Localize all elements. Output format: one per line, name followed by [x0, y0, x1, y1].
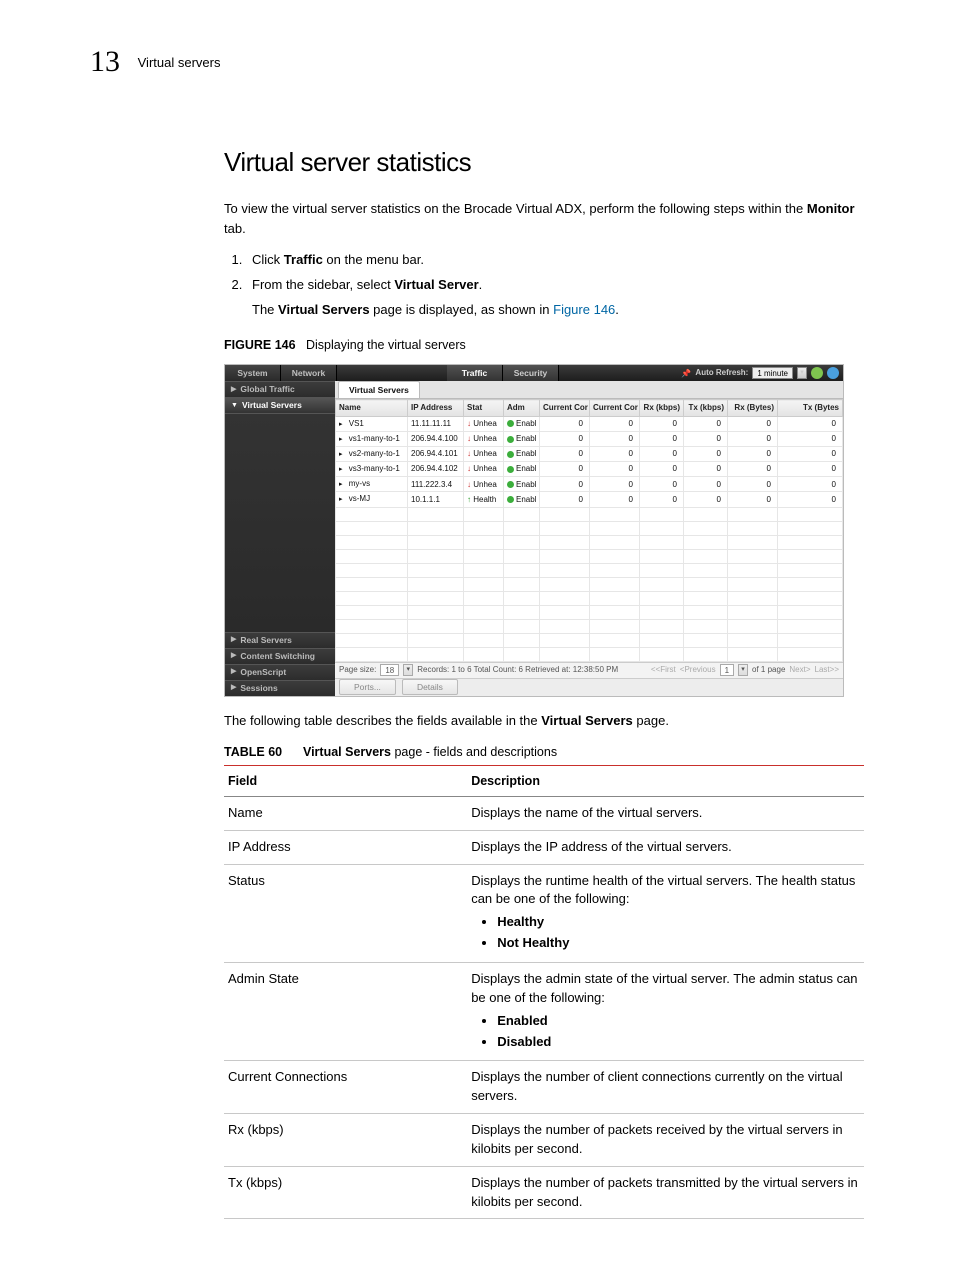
tab-system[interactable]: System — [225, 365, 281, 381]
col-txb[interactable]: Tx (Bytes — [778, 400, 843, 417]
chapter-number: 13 — [90, 40, 120, 84]
table-row[interactable]: ▸ vs2-many-to-1206.94.4.101↓ UnheaEnabl0… — [336, 447, 843, 462]
nav-ofpages: of 1 page — [752, 664, 785, 676]
col-curcon1[interactable]: Current Cor — [540, 400, 590, 417]
nav-prev[interactable]: <Previous — [680, 664, 716, 676]
t60-row: Admin StateDisplays the admin state of t… — [224, 963, 864, 1061]
table-row-empty — [336, 605, 843, 619]
refresh-icon[interactable] — [811, 367, 823, 379]
table-row-empty — [336, 535, 843, 549]
col-tx[interactable]: Tx (kbps) — [684, 400, 728, 417]
t60-row: StatusDisplays the runtime health of the… — [224, 864, 864, 962]
pagetab-virtual-servers[interactable]: Virtual Servers — [338, 381, 420, 398]
ss-pagetabs: Virtual Servers — [335, 381, 843, 399]
t60-row: IP AddressDisplays the IP address of the… — [224, 830, 864, 864]
step-1: Click Traffic on the menu bar. — [246, 251, 864, 270]
table-row-empty — [336, 577, 843, 591]
table-row-empty — [336, 647, 843, 661]
table-row-empty — [336, 619, 843, 633]
t60-col-desc: Description — [467, 765, 864, 796]
ss-pager: Page size: 18 ▾ Records: 1 to 6 Total Co… — [335, 662, 843, 678]
table-row-empty — [336, 521, 843, 535]
t60-col-field: Field — [224, 765, 467, 796]
nav-first[interactable]: <<First — [651, 664, 676, 676]
pagesize-dropdown[interactable]: ▾ — [403, 664, 413, 676]
ports-button[interactable]: Ports... — [339, 679, 396, 695]
intro-paragraph: To view the virtual server statistics on… — [224, 199, 864, 239]
t60-row: Tx (kbps)Displays the number of packets … — [224, 1166, 864, 1219]
table-row-empty — [336, 633, 843, 647]
pagesize-label: Page size: — [339, 664, 376, 676]
t60-row: Current ConnectionsDisplays the number o… — [224, 1061, 864, 1114]
pagesize-value[interactable]: 18 — [380, 664, 399, 676]
table-row-empty — [336, 549, 843, 563]
table-row[interactable]: ▸ my-vs111.222.3.4↓ UnheaEnabl000000 — [336, 477, 843, 492]
step-2-sub: The Virtual Servers page is displayed, a… — [252, 301, 864, 320]
table-row[interactable]: ▸ vs1-many-to-1206.94.4.100↓ UnheaEnabl0… — [336, 431, 843, 446]
page-header: 13 Virtual servers — [90, 40, 864, 84]
pin-icon[interactable]: 📌 — [681, 368, 691, 378]
help-icon[interactable] — [827, 367, 839, 379]
autorefresh-dropdown[interactable]: ▾ — [797, 367, 807, 379]
nav-last[interactable]: Last>> — [815, 664, 839, 676]
col-rxb[interactable]: Rx (Bytes) — [728, 400, 778, 417]
sidebar-item-openscript[interactable]: ▶OpenScript — [225, 664, 335, 680]
figure-caption: FIGURE 146 Displaying the virtual server… — [224, 336, 864, 354]
sidebar-item-real-servers[interactable]: ▶Real Servers — [225, 632, 335, 648]
table-caption: TABLE 60 Virtual Servers page - fields a… — [224, 743, 864, 761]
sidebar-item-content-switching[interactable]: ▶Content Switching — [225, 648, 335, 664]
table-60: Field Description NameDisplays the name … — [224, 765, 864, 1220]
steps-list: Click Traffic on the menu bar. From the … — [246, 251, 864, 320]
figure-link[interactable]: Figure 146 — [553, 302, 615, 317]
col-curcon2[interactable]: Current Cor — [590, 400, 640, 417]
after-figure-paragraph: The following table describes the fields… — [224, 711, 864, 731]
tab-traffic[interactable]: Traffic — [447, 365, 503, 381]
sidebar-item-virtual-servers[interactable]: ▼Virtual Servers — [225, 397, 335, 413]
ss-topbar: System Network Traffic Security 📌 Auto R… — [225, 365, 843, 381]
t60-row: NameDisplays the name of the virtual ser… — [224, 796, 864, 830]
nav-page[interactable]: 1 — [720, 664, 734, 676]
col-status[interactable]: Stat — [464, 400, 504, 417]
ss-grid: Name IP Address Stat Adm Current Cor Cur… — [335, 399, 843, 661]
table-row[interactable]: ▸ vs3-many-to-1206.94.4.102↓ UnheaEnabl0… — [336, 462, 843, 477]
sidebar-item-global-traffic[interactable]: ▶Global Traffic — [225, 381, 335, 397]
details-button[interactable]: Details — [402, 679, 458, 695]
t60-row: Rx (kbps)Displays the number of packets … — [224, 1114, 864, 1167]
screenshot: System Network Traffic Security 📌 Auto R… — [224, 364, 844, 696]
col-ip[interactable]: IP Address — [408, 400, 464, 417]
table-row[interactable]: ▸ VS111.11.11.11↓ UnheaEnabl000000 — [336, 416, 843, 431]
autorefresh-label: Auto Refresh: — [695, 367, 748, 379]
sidebar-item-sessions[interactable]: ▶Sessions — [225, 680, 335, 696]
table-row-empty — [336, 563, 843, 577]
nav-next[interactable]: Next> — [789, 664, 810, 676]
col-admin[interactable]: Adm — [504, 400, 540, 417]
step-2: From the sidebar, select Virtual Server.… — [246, 276, 864, 320]
table-row-empty — [336, 507, 843, 521]
tab-network[interactable]: Network — [281, 365, 337, 381]
col-name[interactable]: Name — [336, 400, 408, 417]
autorefresh-value[interactable]: 1 minute — [752, 367, 793, 379]
table-row[interactable]: ▸ vs-MJ10.1.1.1↑ HealthEnabl000000 — [336, 492, 843, 507]
tab-security[interactable]: Security — [503, 365, 559, 381]
nav-page-dd[interactable]: ▾ — [738, 664, 748, 676]
ss-sidebar: ▶Global Traffic ▼Virtual Servers ▶Real S… — [225, 381, 335, 695]
breadcrumb: Virtual servers — [138, 54, 221, 73]
table-row-empty — [336, 591, 843, 605]
ss-buttons: Ports... Details — [335, 678, 843, 696]
col-rx[interactable]: Rx (kbps) — [640, 400, 684, 417]
grid-header-row: Name IP Address Stat Adm Current Cor Cur… — [336, 400, 843, 417]
records-info: Records: 1 to 6 Total Count: 6 Retrieved… — [417, 664, 618, 676]
section-title: Virtual server statistics — [224, 144, 864, 182]
